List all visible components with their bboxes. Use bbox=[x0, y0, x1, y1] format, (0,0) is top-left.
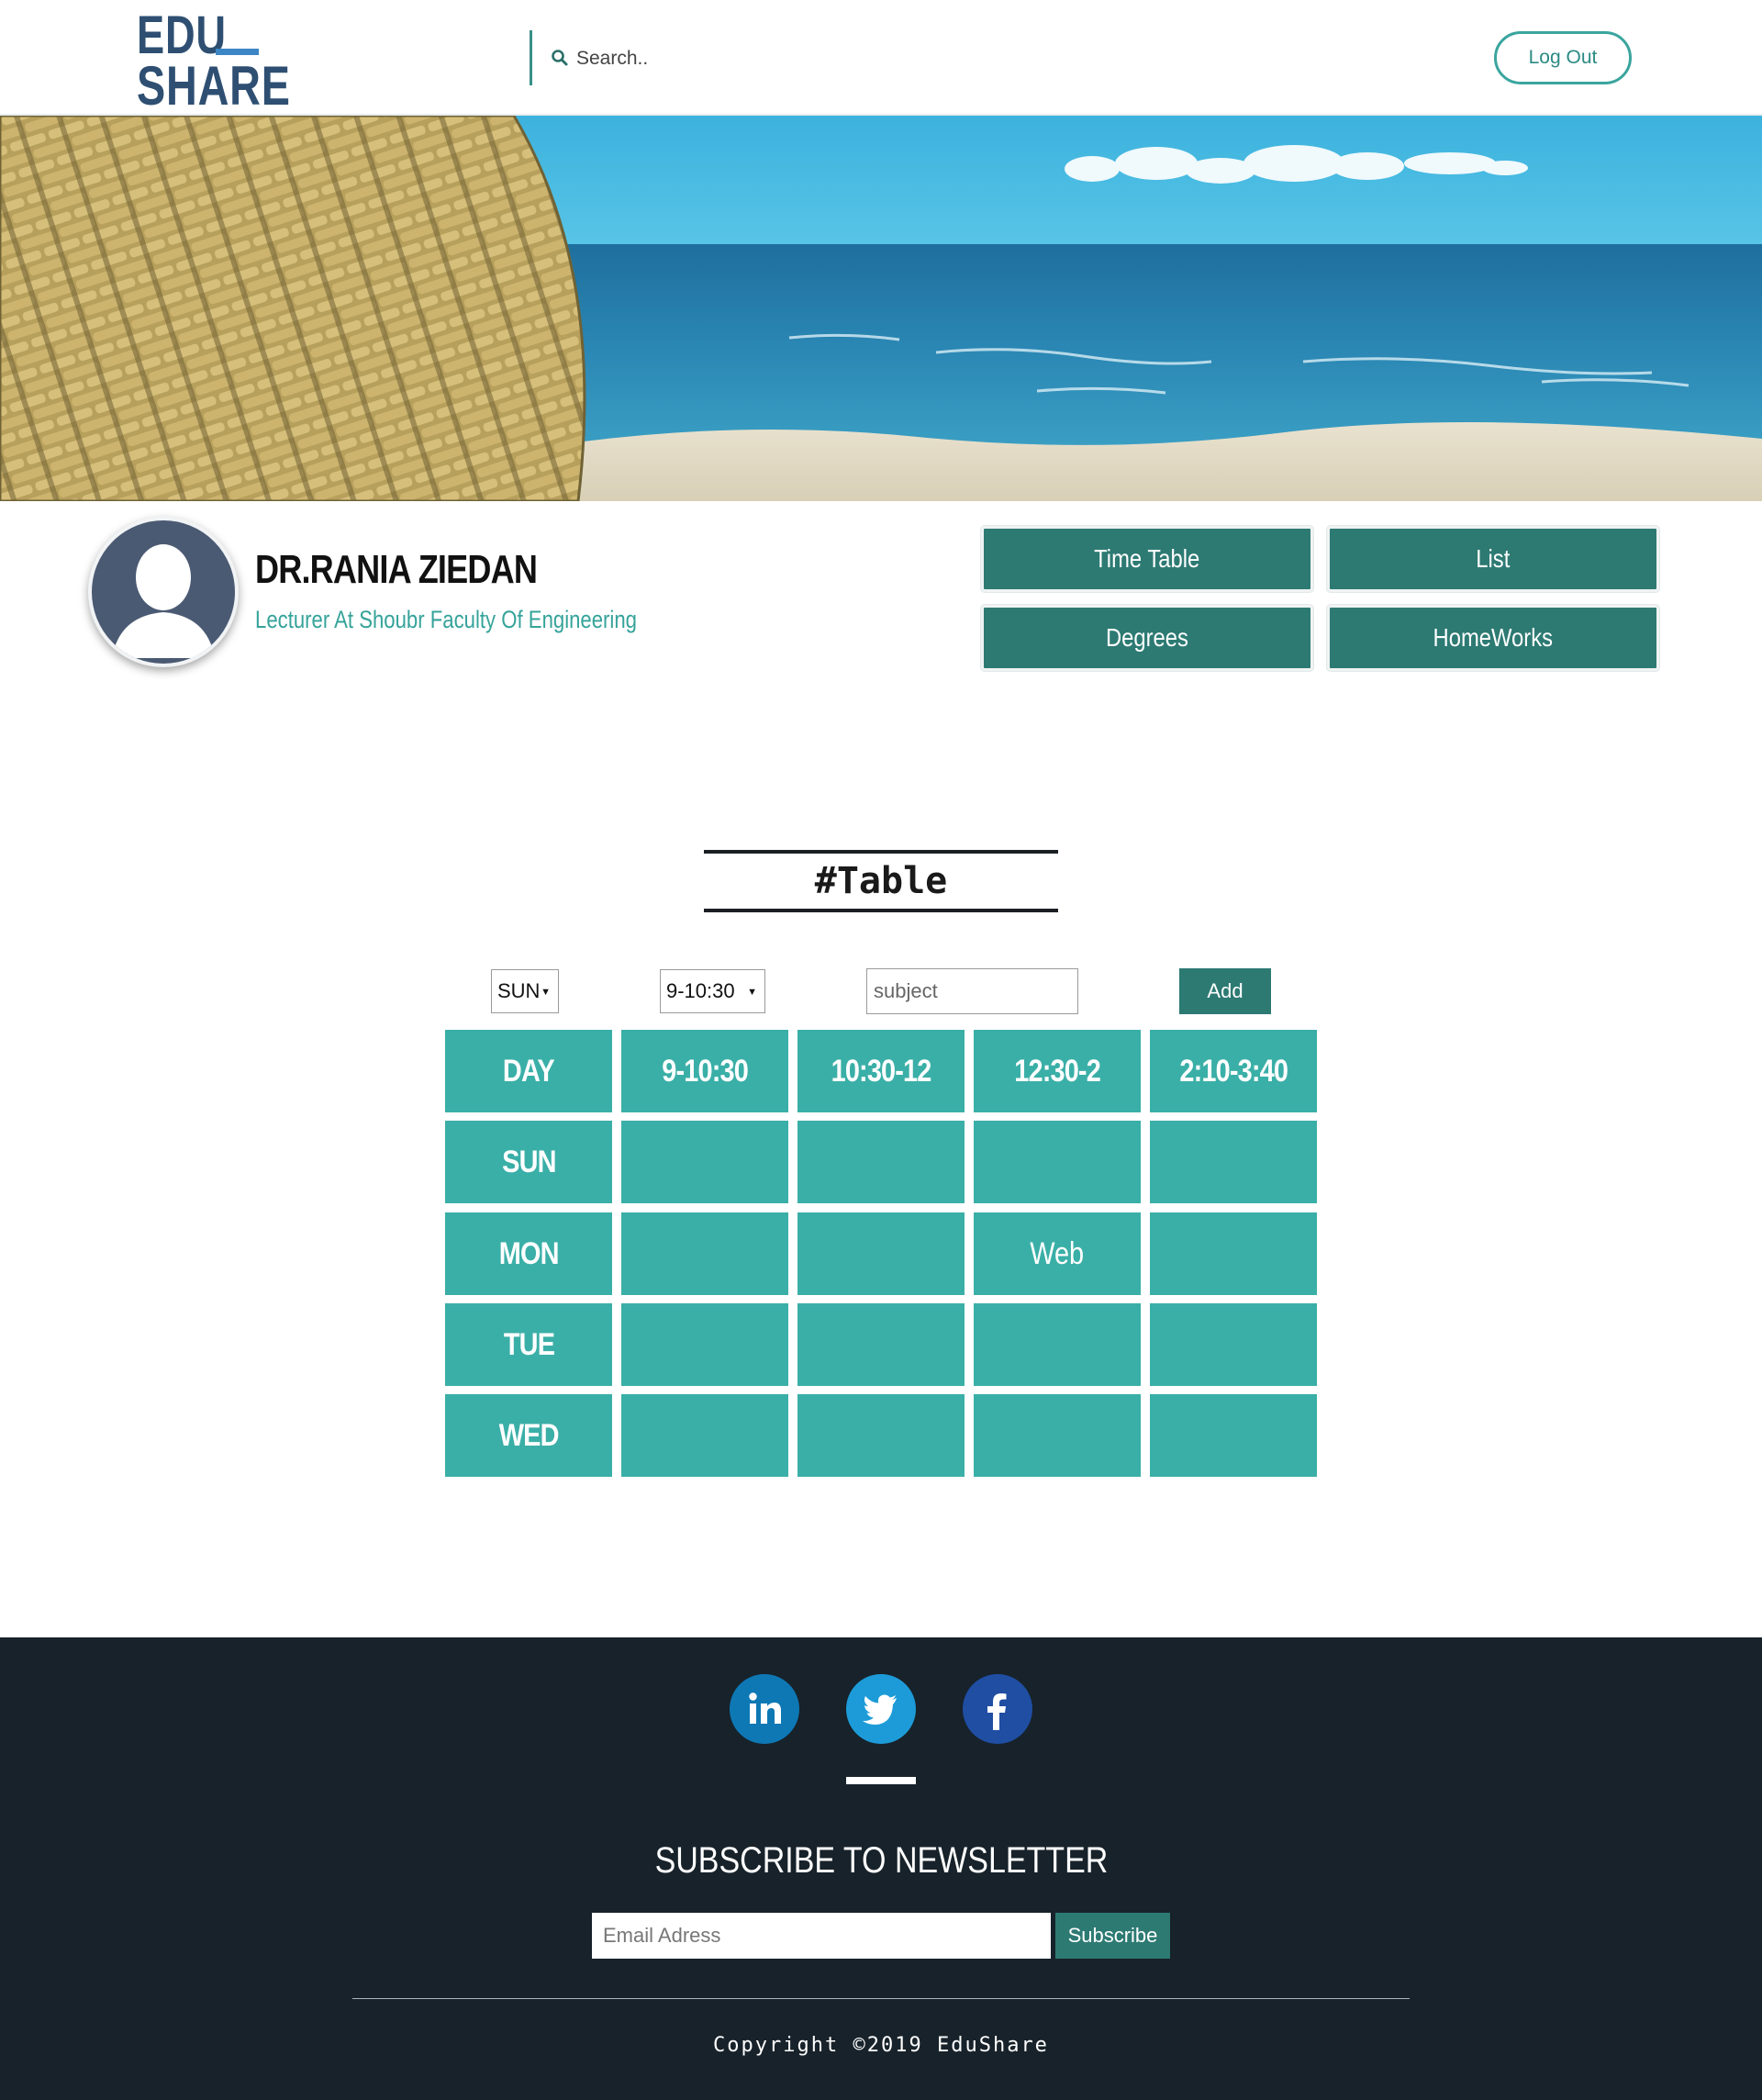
slot-cell[interactable] bbox=[621, 1121, 788, 1203]
list-button-label: List bbox=[1476, 544, 1511, 573]
logo-underline-bar bbox=[216, 49, 259, 55]
subject-input[interactable] bbox=[866, 968, 1078, 1014]
day-cell: TUE bbox=[445, 1303, 612, 1386]
subscribe-button[interactable]: Subscribe bbox=[1055, 1913, 1170, 1959]
top-header: EDU SHARE Log Out bbox=[0, 0, 1762, 116]
beach-cover-image bbox=[0, 116, 1762, 501]
day-label: MON bbox=[498, 1235, 560, 1271]
search-box bbox=[530, 30, 988, 85]
slot-cell[interactable] bbox=[797, 1394, 965, 1477]
slot-cell[interactable] bbox=[797, 1212, 965, 1295]
slot-cell[interactable] bbox=[974, 1303, 1141, 1386]
profile-avatar[interactable] bbox=[88, 517, 239, 667]
slot-cell[interactable] bbox=[1150, 1121, 1317, 1203]
logout-button[interactable]: Log Out bbox=[1494, 31, 1632, 84]
slot-cell[interactable] bbox=[621, 1303, 788, 1386]
search-icon bbox=[552, 50, 568, 66]
timetable-button[interactable]: Time Table bbox=[981, 526, 1313, 592]
linkedin-icon bbox=[749, 1692, 781, 1724]
dropdown-caret-icon: ▼ bbox=[747, 987, 757, 998]
slot-cell[interactable] bbox=[621, 1212, 788, 1295]
dropdown-caret-icon: ▼ bbox=[541, 987, 551, 998]
time-select-value: 9-10:30 bbox=[666, 979, 735, 1002]
slot-cell[interactable] bbox=[1150, 1394, 1317, 1477]
day-cell: WED bbox=[445, 1394, 612, 1477]
slot-cell[interactable]: Web bbox=[974, 1212, 1141, 1295]
footer-divider bbox=[352, 1998, 1410, 1999]
slot-text: Web bbox=[1030, 1235, 1085, 1271]
timetable-button-label: Time Table bbox=[1094, 544, 1200, 573]
table-header-cell: 9-10:30 bbox=[621, 1030, 788, 1112]
cover-photo bbox=[0, 116, 1762, 501]
email-field[interactable] bbox=[592, 1913, 1051, 1959]
table-header-cell: 12:30-2 bbox=[974, 1030, 1141, 1112]
homeworks-button[interactable]: HomeWorks bbox=[1327, 605, 1659, 671]
day-label: WED bbox=[498, 1417, 560, 1453]
table-section-title: #Table bbox=[704, 850, 1058, 912]
logo-line-2: SHARE bbox=[137, 55, 291, 117]
degrees-button[interactable]: Degrees bbox=[981, 605, 1313, 671]
table-header-cell: DAY bbox=[445, 1030, 612, 1112]
time-select[interactable]: 9-10:30 ▼ bbox=[660, 969, 765, 1013]
newsletter-title-text: SUBSCRIBE TO NEWSLETTER bbox=[654, 1840, 1108, 1881]
table-header-cell: 2:10-3:40 bbox=[1150, 1030, 1317, 1112]
header-slot-3: 12:30-2 bbox=[1014, 1053, 1101, 1089]
profile-role: Lecturer At Shoubr Faculty Of Engineerin… bbox=[255, 606, 637, 633]
degrees-button-label: Degrees bbox=[1106, 623, 1188, 652]
slot-cell[interactable] bbox=[797, 1121, 965, 1203]
slot-cell[interactable] bbox=[974, 1394, 1141, 1477]
header-slot-1: 9-10:30 bbox=[662, 1053, 749, 1089]
profile-name: DR.RANIA ZIEDAN bbox=[255, 547, 538, 592]
slot-cell[interactable] bbox=[1150, 1303, 1317, 1386]
footer-short-divider bbox=[846, 1777, 916, 1784]
slot-cell[interactable] bbox=[621, 1394, 788, 1477]
day-select-value: SUN bbox=[497, 979, 541, 1002]
copyright-text: Copyright ©2019 EduShare bbox=[713, 2034, 1049, 2057]
header-day: DAY bbox=[503, 1053, 555, 1089]
add-button[interactable]: Add bbox=[1179, 968, 1271, 1014]
twitter-link[interactable] bbox=[846, 1674, 916, 1744]
slot-cell[interactable] bbox=[1150, 1212, 1317, 1295]
day-cell: MON bbox=[445, 1212, 612, 1295]
day-select[interactable]: SUN ▼ bbox=[491, 969, 559, 1013]
search-input[interactable] bbox=[576, 43, 962, 74]
newsletter-title: SUBSCRIBE TO NEWSLETTER bbox=[0, 1840, 1762, 1882]
homeworks-button-label: HomeWorks bbox=[1433, 623, 1554, 652]
header-slot-2: 10:30-12 bbox=[831, 1053, 932, 1089]
day-cell: SUN bbox=[445, 1121, 612, 1203]
facebook-link[interactable] bbox=[963, 1674, 1032, 1744]
day-label: TUE bbox=[503, 1326, 554, 1362]
edushare-logo[interactable]: EDU SHARE bbox=[137, 9, 290, 114]
twitter-icon bbox=[863, 1694, 897, 1726]
day-label: SUN bbox=[501, 1144, 556, 1179]
slot-cell[interactable] bbox=[974, 1121, 1141, 1203]
slot-cell[interactable] bbox=[797, 1303, 965, 1386]
linkedin-link[interactable] bbox=[730, 1674, 799, 1744]
user-silhouette-icon bbox=[112, 544, 215, 658]
header-slot-4: 2:10-3:40 bbox=[1179, 1053, 1288, 1089]
list-button[interactable]: List bbox=[1327, 526, 1659, 592]
table-header-cell: 10:30-12 bbox=[797, 1030, 965, 1112]
facebook-icon bbox=[987, 1693, 1007, 1730]
